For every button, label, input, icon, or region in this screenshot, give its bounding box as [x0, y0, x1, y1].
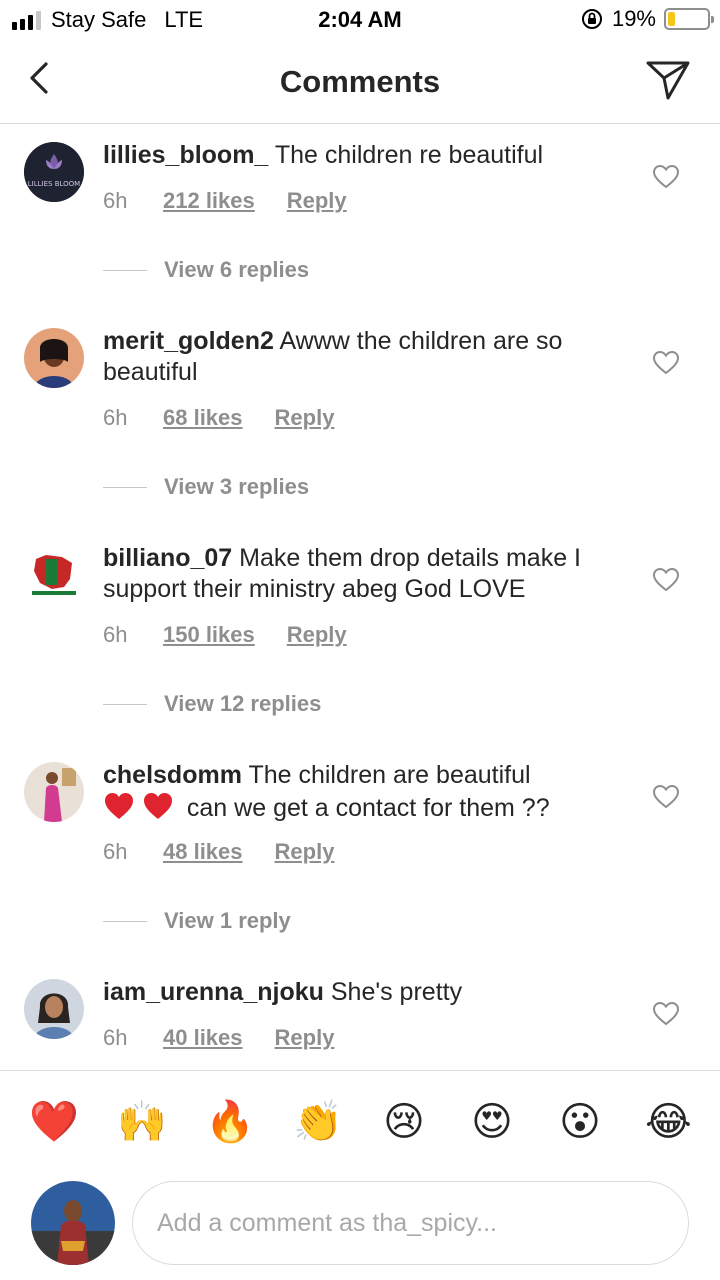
divider	[103, 269, 147, 271]
red-heart-emoji-button[interactable]: ❤️	[29, 1099, 79, 1145]
comment-text: billiano_07 Make them drop details make …	[103, 543, 643, 605]
divider	[103, 920, 147, 922]
divider	[103, 486, 147, 488]
likes-link[interactable]: 212 likes	[163, 188, 255, 214]
surprised-face-emoji-button[interactable]: 😮	[557, 1099, 603, 1145]
comment-input[interactable]	[132, 1181, 689, 1265]
battery-icon	[664, 8, 714, 30]
tears-of-joy-emoji-button[interactable]: 😂	[645, 1099, 692, 1145]
comments-list[interactable]: LILLIES BLOOM lillies_bloom_ The childre…	[0, 124, 720, 1070]
divider	[103, 703, 147, 705]
comment-age: 6h	[103, 1025, 128, 1050]
comment-meta: 6h 40 likes Reply	[103, 1025, 334, 1051]
heart-icon[interactable]	[652, 164, 680, 190]
reply-button[interactable]: Reply	[275, 839, 335, 865]
comment-age: 6h	[103, 622, 128, 647]
rotation-lock-icon	[581, 9, 602, 29]
comment-message: The children are beautiful	[248, 761, 531, 789]
comment-username[interactable]: chelsdomm	[103, 761, 242, 789]
svg-text:LILLIES BLOOM: LILLIES BLOOM	[28, 180, 80, 188]
view-replies-button[interactable]: View 12 replies	[103, 691, 321, 717]
comment-age: 6h	[103, 839, 128, 864]
heart-icon[interactable]	[652, 784, 680, 810]
view-replies-button[interactable]: View 6 replies	[103, 257, 309, 283]
comment-message-continued: can we get a contact for them ??	[186, 794, 550, 822]
reply-button[interactable]: Reply	[287, 622, 347, 648]
view-replies-button[interactable]: View 3 replies	[103, 474, 309, 500]
raising-hands-emoji-button[interactable]: 🙌	[117, 1099, 167, 1145]
avatar[interactable]: LILLIES BLOOM	[24, 142, 84, 202]
avatar	[31, 1181, 115, 1265]
paper-plane-icon[interactable]	[644, 58, 692, 102]
reply-button[interactable]: Reply	[275, 405, 335, 431]
status-bar: Stay Safe LTE 2:04 AM 19%	[0, 0, 720, 40]
logo-icon: LILLIES BLOOM	[24, 142, 84, 202]
heart-eyes-emoji-button[interactable]: 😍	[469, 1099, 515, 1145]
comment-message: She's pretty	[330, 978, 463, 1006]
profile-photo-icon	[24, 979, 84, 1039]
likes-link[interactable]: 150 likes	[163, 622, 255, 648]
reply-button[interactable]: Reply	[287, 188, 347, 214]
heart-icon[interactable]	[652, 350, 680, 376]
view-replies-label: View 3 replies	[164, 474, 310, 499]
page-title: Comments	[279, 64, 441, 99]
emoji-quick-bar: ❤️ 🙌 🔥 👏 😢 😍 😮 😂	[0, 1070, 720, 1175]
battery-percent: 19%	[611, 6, 656, 31]
profile-photo-icon	[31, 1181, 115, 1265]
comment-age: 6h	[103, 188, 128, 213]
comment-text: iam_urenna_njoku She's pretty	[103, 977, 643, 1008]
comment-username[interactable]: iam_urenna_njoku	[103, 978, 324, 1006]
comment-composer	[0, 1175, 720, 1280]
avatar[interactable]	[24, 762, 84, 822]
crying-face-emoji-button[interactable]: 😢	[381, 1099, 427, 1145]
avatar[interactable]	[24, 328, 84, 388]
comment-meta: 6h 48 likes Reply	[103, 839, 334, 865]
red-heart-emoji-icon	[143, 793, 172, 819]
profile-photo-icon	[24, 762, 84, 822]
view-replies-label: View 6 replies	[164, 257, 310, 282]
avatar[interactable]	[24, 979, 84, 1039]
view-replies-button[interactable]: View 1 reply	[103, 908, 291, 934]
comment-age: 6h	[103, 405, 128, 430]
heart-icon[interactable]	[652, 1001, 680, 1027]
comment-username[interactable]: merit_golden2	[103, 327, 274, 355]
likes-link[interactable]: 68 likes	[163, 405, 243, 431]
comment-meta: 6h 212 likes Reply	[103, 188, 347, 214]
comment-meta: 6h 68 likes Reply	[103, 405, 334, 431]
comment-username[interactable]: billiano_07	[103, 544, 232, 572]
reply-button[interactable]: Reply	[275, 1025, 335, 1051]
comment-text: chelsdomm The children are beautiful can…	[103, 760, 643, 824]
avatar[interactable]	[24, 545, 84, 605]
comment-text: lillies_bloom_ The children re beautiful	[103, 140, 643, 171]
profile-photo-icon	[24, 328, 84, 388]
fire-emoji-button[interactable]: 🔥	[205, 1099, 255, 1145]
clapping-hands-emoji-button[interactable]: 👏	[293, 1099, 343, 1145]
comment-text: merit_golden2 Awww the children are so b…	[103, 326, 643, 388]
red-heart-emoji-icon	[105, 793, 133, 819]
comment-username[interactable]: lillies_bloom_	[103, 141, 268, 169]
view-replies-label: View 1 reply	[164, 908, 291, 933]
comment-meta: 6h 150 likes Reply	[103, 622, 347, 648]
likes-link[interactable]: 48 likes	[163, 839, 243, 865]
comments-header: Comments	[0, 40, 720, 124]
comment-message: The children re beautiful	[274, 141, 544, 169]
view-replies-label: View 12 replies	[164, 691, 322, 716]
likes-link[interactable]: 40 likes	[163, 1025, 243, 1051]
heart-icon[interactable]	[652, 567, 680, 593]
map-logo-icon	[24, 545, 84, 605]
